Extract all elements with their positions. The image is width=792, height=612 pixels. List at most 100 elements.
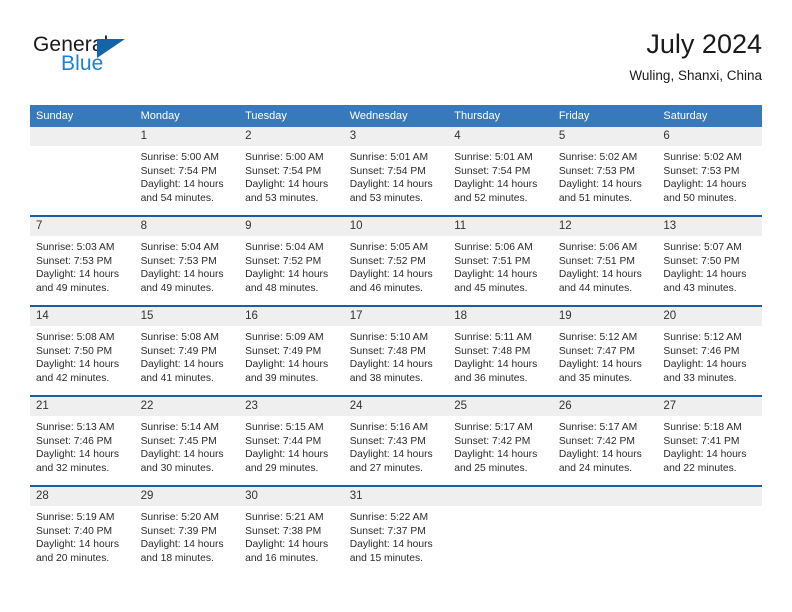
calendar-day-cell [552, 485, 658, 575]
sunrise-time: Sunrise: 5:18 AM [663, 422, 742, 433]
sunrise-time: Sunrise: 5:21 AM [245, 512, 324, 523]
calendar-body: 1 Sunrise: 5:00 AM Sunset: 7:54 PM Daylight… [30, 127, 762, 575]
calendar-day-cell[interactable]: 3 Sunrise: 5:01 AM Sunset: 7:54 PM Daylight… [343, 127, 449, 216]
calendar-day-cell[interactable]: 22 Sunrise: 5:14 AM Sunset: 7:45 PM Dayligh… [134, 395, 240, 486]
day-cell-content: 22 Sunrise: 5:14 AM Sunset: 7:45 PM Dayligh… [134, 397, 240, 485]
calendar-day-cell[interactable]: 10 Sunrise: 5:05 AM Sunset: 7:52 PM Dayligh… [343, 215, 449, 306]
calendar-day-cell[interactable]: 1 Sunrise: 5:00 AM Sunset: 7:54 PM Daylight… [134, 127, 240, 216]
day-cell-content: 24 Sunrise: 5:16 AM Sunset: 7:43 PM Dayligh… [343, 397, 449, 485]
day-cell-content: 2 Sunrise: 5:00 AM Sunset: 7:54 PM Daylight… [239, 127, 344, 215]
calendar-day-cell[interactable]: 7 Sunrise: 5:03 AM Sunset: 7:53 PM Daylight… [30, 215, 135, 306]
day-number: 28 [30, 487, 135, 506]
sunset-time: Sunset: 7:53 PM [36, 255, 113, 267]
calendar-day-cell[interactable]: 18 Sunrise: 5:11 AM Sunset: 7:48 PM Dayligh… [448, 305, 553, 396]
day-number: 25 [448, 397, 553, 416]
sunset-time: Sunset: 7:53 PM [663, 165, 740, 177]
daylight-duration-line2: and 41 minutes. [140, 372, 214, 384]
calendar-day-cell[interactable]: 5 Sunrise: 5:02 AM Sunset: 7:53 PM Daylight… [552, 127, 658, 216]
day-cell-content: 8 Sunrise: 5:04 AM Sunset: 7:53 PM Daylight… [134, 217, 240, 305]
calendar-day-cell[interactable]: 19 Sunrise: 5:12 AM Sunset: 7:47 PM Dayligh… [552, 305, 658, 396]
daylight-duration-line1: Daylight: 14 hours [663, 179, 747, 191]
sunset-time: Sunset: 7:42 PM [454, 435, 531, 447]
daylight-duration-line2: and 49 minutes. [36, 282, 110, 294]
daylight-duration-line2: and 54 minutes. [140, 192, 214, 204]
calendar-day-cell [30, 127, 135, 216]
daylight-duration-line1: Daylight: 14 hours [140, 539, 224, 551]
calendar-day-cell[interactable]: 30 Sunrise: 5:21 AM Sunset: 7:38 PM Dayligh… [239, 485, 344, 575]
daylight-duration-line2: and 44 minutes. [558, 282, 633, 294]
day-cell-content: 13 Sunrise: 5:07 AM Sunset: 7:50 PM Dayligh… [657, 217, 762, 305]
calendar-day-cell[interactable]: 26 Sunrise: 5:17 AM Sunset: 7:42 PM Dayligh… [552, 395, 658, 486]
calendar-day-cell[interactable]: 8 Sunrise: 5:04 AM Sunset: 7:53 PM Daylight… [134, 215, 240, 306]
calendar-day-cell[interactable]: 15 Sunrise: 5:08 AM Sunset: 7:49 PM Dayligh… [134, 305, 240, 396]
daylight-duration-line1: Daylight: 14 hours [245, 179, 329, 191]
calendar-day-cell[interactable]: 13 Sunrise: 5:07 AM Sunset: 7:50 PM Dayligh… [657, 215, 762, 306]
calendar-day-cell[interactable]: 2 Sunrise: 5:00 AM Sunset: 7:54 PM Daylight… [239, 127, 344, 216]
calendar-page: General Blue July 2024 Wuling, Shanxi, C… [0, 0, 792, 612]
calendar-day-cell[interactable]: 12 Sunrise: 5:06 AM Sunset: 7:51 PM Dayligh… [552, 215, 658, 306]
calendar-day-cell[interactable]: 20 Sunrise: 5:12 AM Sunset: 7:46 PM Dayligh… [657, 305, 762, 396]
day-cell-content: 12 Sunrise: 5:06 AM Sunset: 7:51 PM Dayligh… [552, 217, 658, 305]
sunset-time: Sunset: 7:38 PM [245, 525, 322, 537]
calendar-day-cell[interactable]: 16 Sunrise: 5:09 AM Sunset: 7:49 PM Dayligh… [239, 305, 344, 396]
daylight-duration-line2: and 18 minutes. [140, 552, 214, 564]
day-number: 27 [657, 397, 762, 416]
daylight-duration-line2: and 43 minutes. [663, 282, 737, 294]
sunrise-time: Sunrise: 5:17 AM [454, 422, 533, 433]
day-cell-content: 1 Sunrise: 5:00 AM Sunset: 7:54 PM Daylight… [134, 127, 240, 215]
logo-text-blue: Blue [61, 52, 104, 75]
weekday-header-tuesday: Tuesday [239, 105, 344, 127]
weekday-header-sunday: Sunday [30, 105, 135, 127]
sunrise-time: Sunrise: 5:20 AM [140, 512, 219, 523]
calendar-day-cell[interactable]: 23 Sunrise: 5:15 AM Sunset: 7:44 PM Dayligh… [239, 395, 344, 486]
calendar-day-cell[interactable]: 24 Sunrise: 5:16 AM Sunset: 7:43 PM Dayligh… [343, 395, 449, 486]
daylight-duration-line1: Daylight: 14 hours [454, 269, 538, 281]
day-sun-info: Sunrise: 5:01 AM Sunset: 7:54 PM Daylight:… [448, 146, 553, 205]
day-number: 21 [30, 397, 135, 416]
calendar-day-cell[interactable]: 6 Sunrise: 5:02 AM Sunset: 7:53 PM Daylight… [657, 127, 762, 216]
day-number: 14 [30, 307, 135, 326]
calendar-week-row: 21 Sunrise: 5:13 AM Sunset: 7:46 PM Dayligh… [30, 395, 762, 486]
daylight-duration-line1: Daylight: 14 hours [36, 359, 119, 371]
sunset-time: Sunset: 7:54 PM [349, 165, 426, 177]
sunset-time: Sunset: 7:48 PM [349, 345, 426, 357]
sunset-time: Sunset: 7:54 PM [140, 165, 217, 177]
sunrise-time: Sunrise: 5:05 AM [349, 242, 429, 253]
day-sun-info: Sunrise: 5:15 AM Sunset: 7:44 PM Daylight:… [239, 416, 344, 475]
calendar-day-cell[interactable]: 11 Sunrise: 5:06 AM Sunset: 7:51 PM Dayligh… [448, 215, 553, 306]
daylight-duration-line2: and 50 minutes. [663, 192, 737, 204]
calendar-day-cell[interactable]: 31 Sunrise: 5:22 AM Sunset: 7:37 PM Dayligh… [343, 485, 449, 575]
day-sun-info: Sunrise: 5:19 AM Sunset: 7:40 PM Daylight:… [30, 506, 135, 565]
day-cell-content: 9 Sunrise: 5:04 AM Sunset: 7:52 PM Daylight… [239, 217, 344, 305]
day-number: 17 [343, 307, 449, 326]
daylight-duration-line2: and 22 minutes. [663, 462, 737, 474]
sunrise-time: Sunrise: 5:19 AM [36, 512, 115, 523]
calendar-day-cell[interactable]: 25 Sunrise: 5:17 AM Sunset: 7:42 PM Dayligh… [448, 395, 553, 486]
daylight-duration-line2: and 53 minutes. [349, 192, 423, 204]
day-sun-info: Sunrise: 5:04 AM Sunset: 7:53 PM Daylight:… [135, 236, 240, 295]
daylight-duration-line1: Daylight: 14 hours [140, 449, 224, 461]
day-sun-info: Sunrise: 5:13 AM Sunset: 7:46 PM Daylight:… [30, 416, 135, 475]
sunset-time: Sunset: 7:37 PM [349, 525, 426, 537]
calendar-day-cell[interactable]: 17 Sunrise: 5:10 AM Sunset: 7:48 PM Dayligh… [343, 305, 449, 396]
sunset-time: Sunset: 7:49 PM [140, 345, 217, 357]
calendar-day-cell[interactable]: 27 Sunrise: 5:18 AM Sunset: 7:41 PM Dayligh… [657, 395, 762, 486]
daylight-duration-line1: Daylight: 14 hours [36, 539, 119, 551]
daylight-duration-line2: and 15 minutes. [349, 552, 423, 564]
day-cell-content: 5 Sunrise: 5:02 AM Sunset: 7:53 PM Daylight… [552, 127, 658, 215]
day-number: 4 [448, 127, 553, 146]
day-sun-info: Sunrise: 5:09 AM Sunset: 7:49 PM Daylight:… [239, 326, 344, 385]
calendar-week-row: 14 Sunrise: 5:08 AM Sunset: 7:50 PM Dayligh… [30, 305, 762, 396]
daylight-duration-line1: Daylight: 14 hours [454, 359, 538, 371]
calendar-day-cell[interactable]: 29 Sunrise: 5:20 AM Sunset: 7:39 PM Dayligh… [134, 485, 240, 575]
day-cell-content: 29 Sunrise: 5:20 AM Sunset: 7:39 PM Dayligh… [134, 487, 240, 575]
calendar-day-cell[interactable]: 21 Sunrise: 5:13 AM Sunset: 7:46 PM Dayligh… [30, 395, 135, 486]
sunrise-time: Sunrise: 5:02 AM [663, 152, 742, 163]
calendar-day-cell[interactable]: 9 Sunrise: 5:04 AM Sunset: 7:52 PM Daylight… [239, 215, 344, 306]
weekday-header-friday: Friday [552, 105, 658, 127]
calendar-day-cell[interactable]: 28 Sunrise: 5:19 AM Sunset: 7:40 PM Dayligh… [30, 485, 135, 575]
calendar-day-cell[interactable]: 4 Sunrise: 5:01 AM Sunset: 7:54 PM Daylight… [448, 127, 553, 216]
sunset-time: Sunset: 7:53 PM [140, 255, 217, 267]
day-cell-content: 11 Sunrise: 5:06 AM Sunset: 7:51 PM Dayligh… [448, 217, 553, 305]
calendar-day-cell[interactable]: 14 Sunrise: 5:08 AM Sunset: 7:50 PM Dayligh… [30, 305, 135, 396]
